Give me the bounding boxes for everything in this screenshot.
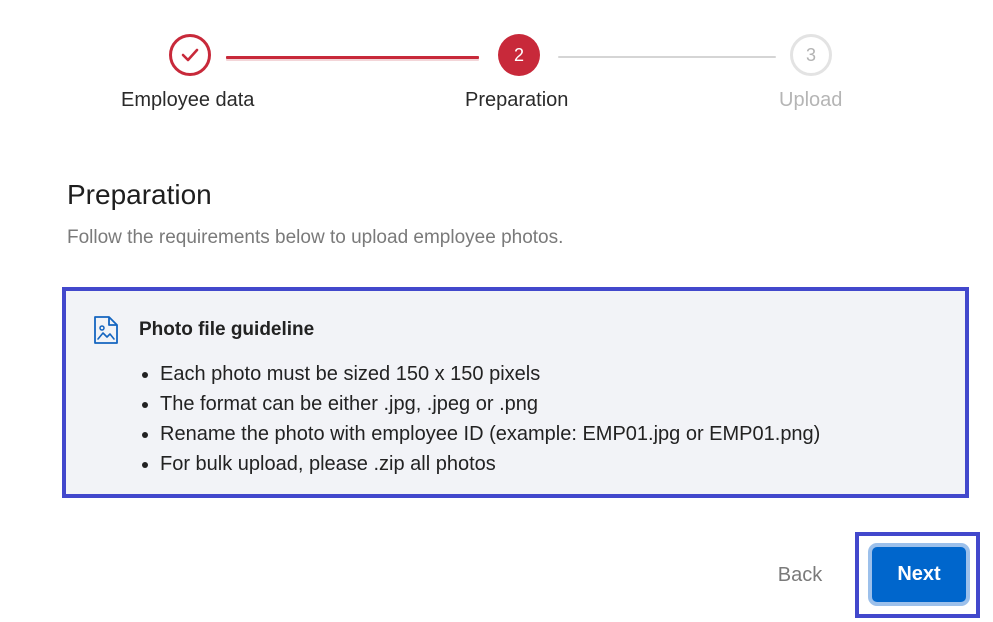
guideline-item: The format can be either .jpg, .jpeg or … — [160, 389, 820, 419]
step-1-indicator — [169, 34, 211, 76]
stepper-connector-pending — [558, 56, 776, 58]
step-1-label: Employee data — [121, 89, 255, 111]
guideline-item: Each photo must be sized 150 x 150 pixel… — [160, 359, 820, 389]
guideline-item: For bulk upload, please .zip all photos — [160, 449, 820, 479]
page-subtitle: Follow the requirements below to upload … — [67, 227, 564, 248]
page-title: Preparation — [67, 179, 212, 210]
guideline-list: Each photo must be sized 150 x 150 pixel… — [137, 359, 820, 479]
stepper-connector-completed — [226, 56, 479, 59]
guideline-title: Photo file guideline — [139, 319, 315, 340]
image-file-icon — [94, 316, 118, 344]
step-2-label: Preparation — [465, 89, 569, 111]
photo-guideline-card: Photo file guideline Each photo must be … — [62, 287, 969, 498]
back-button[interactable]: Back — [766, 559, 834, 591]
step-2-indicator: 2 — [498, 34, 540, 76]
step-3-indicator: 3 — [790, 34, 832, 76]
guideline-item: Rename the photo with employee ID (examp… — [160, 419, 820, 449]
step-3-label: Upload — [779, 89, 843, 111]
next-button[interactable]: Next — [868, 543, 970, 606]
checkmark-icon — [181, 48, 199, 62]
